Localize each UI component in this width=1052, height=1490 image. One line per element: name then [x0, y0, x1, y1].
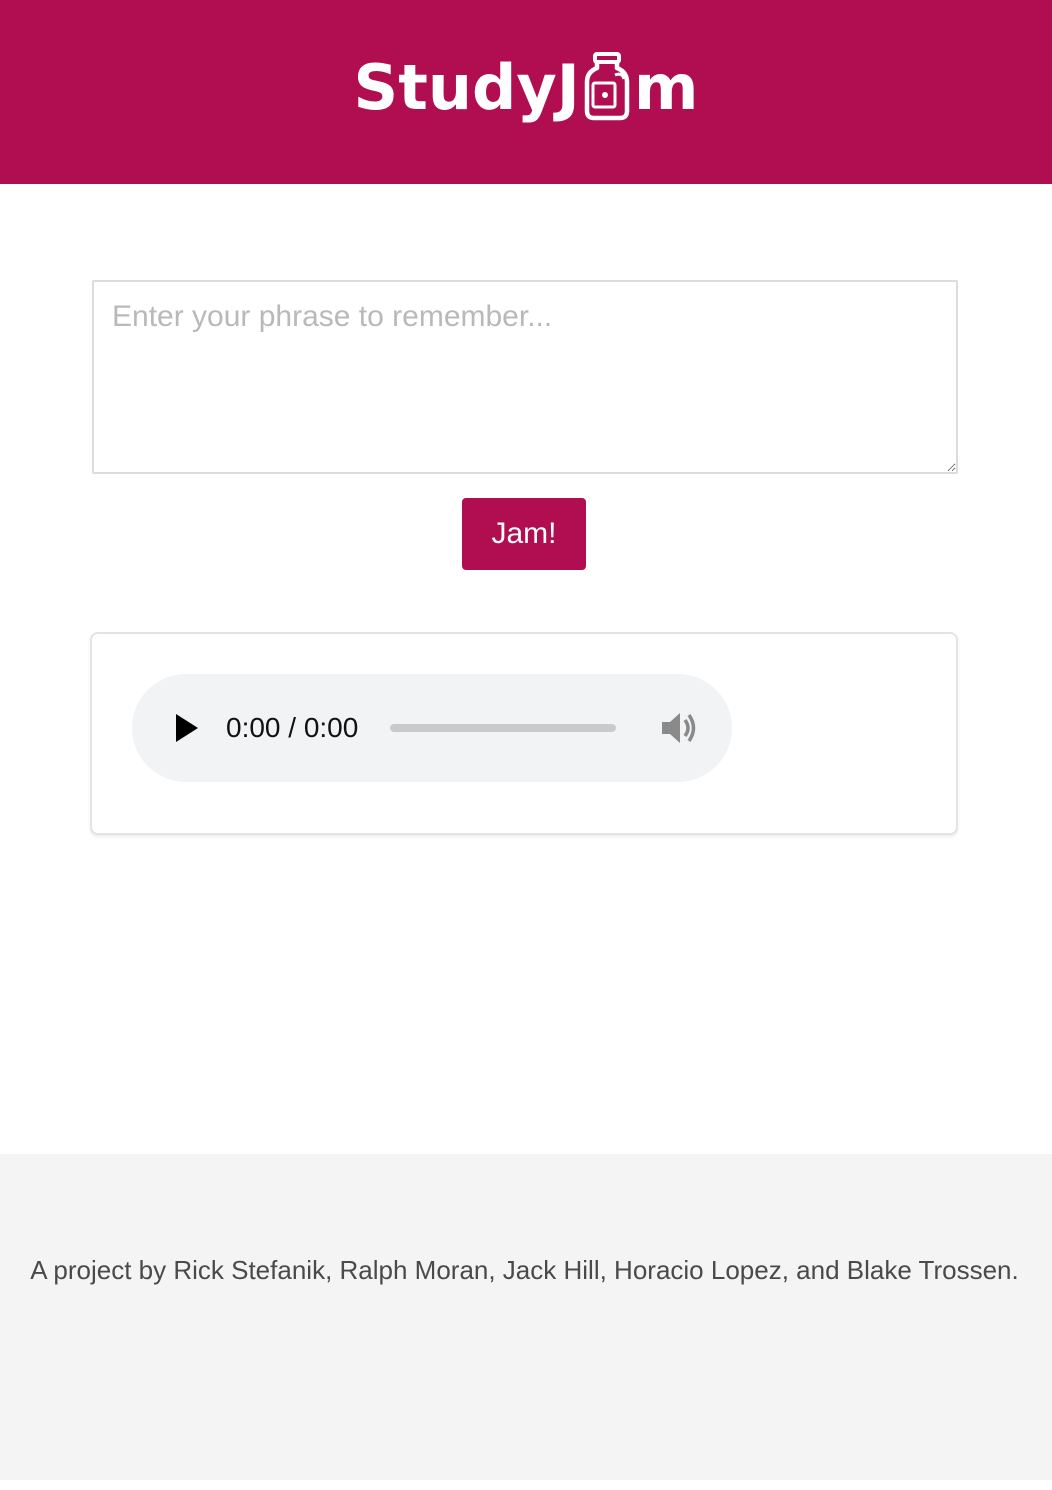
footer-credits: A project by Rick Stefanik, Ralph Moran,…: [30, 1255, 1019, 1285]
progress-bar[interactable]: [390, 724, 616, 732]
time-display: 0:00 / 0:00: [226, 712, 359, 743]
audio-card: 0:00 / 0:00: [90, 632, 958, 835]
play-icon[interactable]: [174, 712, 200, 744]
studyjam-logo[interactable]: StudyJ m: [353, 51, 699, 124]
jam-button[interactable]: Jam!: [462, 498, 586, 570]
jam-jar-icon: [582, 51, 632, 121]
logo-text-end: m: [633, 51, 699, 124]
phrase-input[interactable]: [92, 280, 958, 474]
site-header: StudyJ m: [0, 0, 1052, 184]
logo-text-start: StudyJ: [353, 51, 580, 124]
site-footer: A project by Rick Stefanik, Ralph Moran,…: [0, 1154, 1052, 1480]
phrase-input-wrapper: [92, 280, 958, 474]
audio-player[interactable]: 0:00 / 0:00: [132, 674, 732, 782]
volume-icon[interactable]: [660, 708, 700, 748]
